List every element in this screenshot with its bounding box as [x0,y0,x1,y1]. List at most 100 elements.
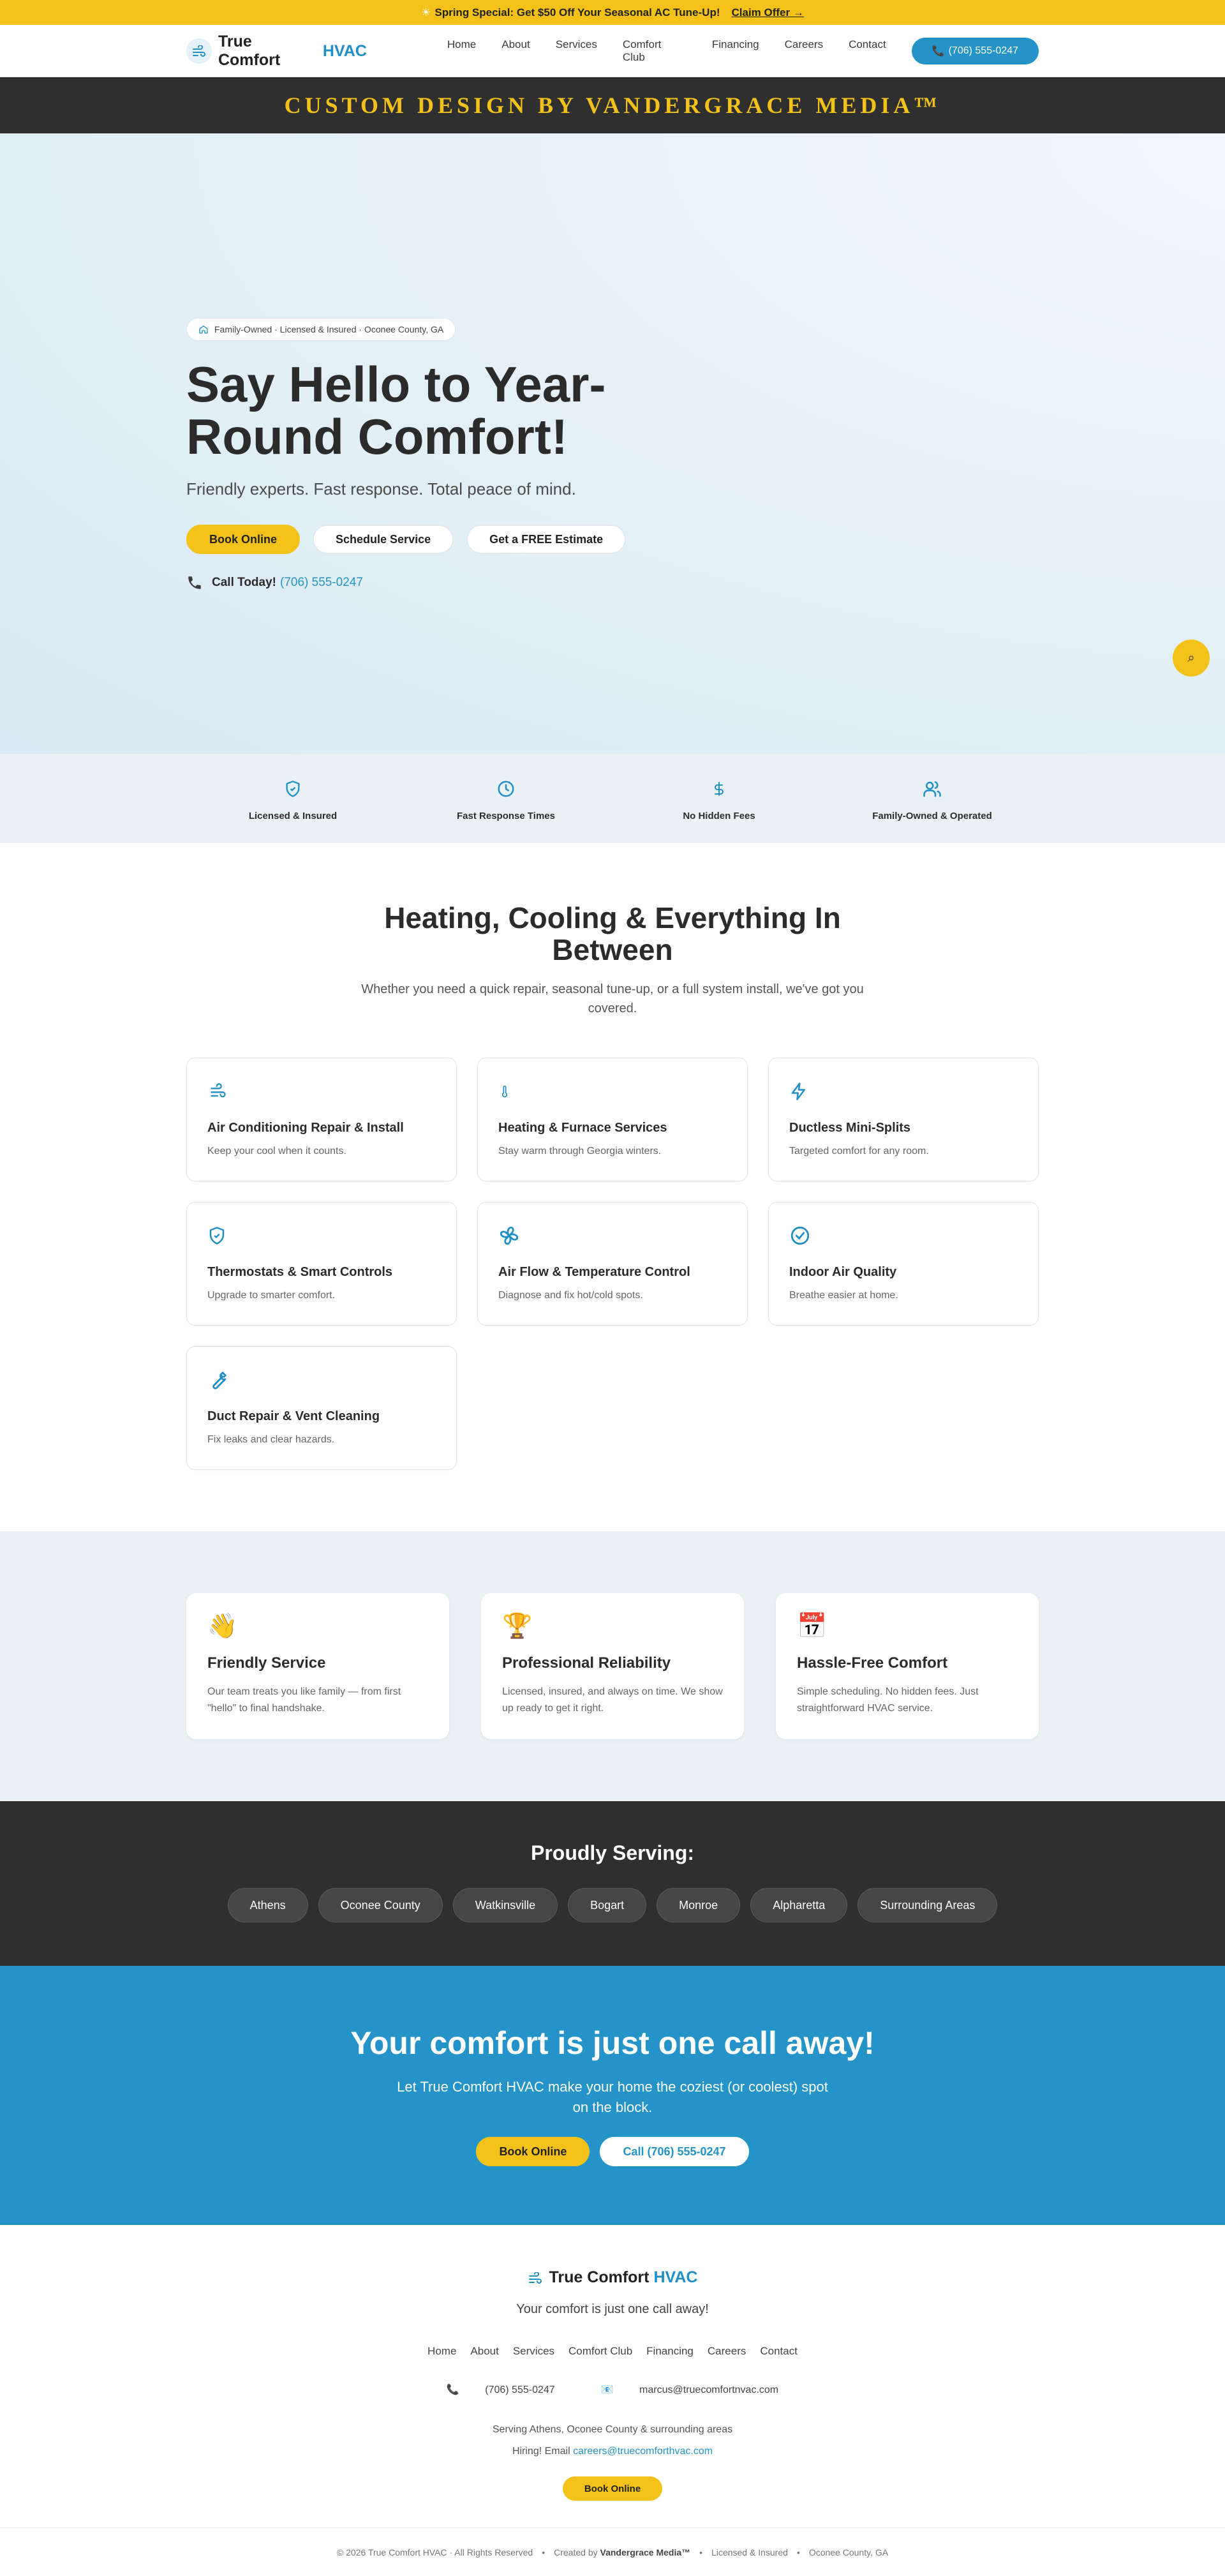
value-title: Friendly Service [207,1654,326,1672]
service-grid: Air Conditioning Repair & Install Keep y… [186,1058,1039,1470]
wrench-icon [207,1367,436,1393]
call-label: Call Today! [212,576,276,589]
service-card[interactable]: Heating & Furnace Services Stay warm thr… [477,1058,748,1181]
nav-services[interactable]: Services [556,38,597,64]
chat-button[interactable]: ⌕ [1173,640,1210,677]
created-by[interactable]: Vandergrace Media™ [600,2547,691,2557]
service-card[interactable]: Ductless Mini-Splits Targeted comfort fo… [768,1058,1039,1181]
footer-nav-careers[interactable]: Careers [708,2345,746,2358]
service-title: Ductless Mini-Splits [789,1121,911,1135]
location-text: Oconee County, GA [808,2547,889,2557]
licensed-text: Licensed & Insured [711,2547,788,2557]
feature-label: No Hidden Fees [683,810,755,821]
value-title: Professional Reliability [502,1654,671,1672]
service-desc: Stay warm through Georgia winters. [498,1146,662,1157]
footer-phone[interactable]: 📞 (706) 555-0247 [435,2383,567,2396]
hiring-email-link[interactable]: careers@truecomforthvac.com [573,2446,713,2457]
area-pill[interactable]: Alpharetta [750,1888,848,1922]
area-list: Athens Oconee County Watkinsville Bogart… [0,1888,1225,1922]
area-pill[interactable]: Watkinsville [452,1888,558,1922]
services-section: Heating, Cooling & Everything In Between… [0,843,1225,1531]
nav-home[interactable]: Home [447,38,476,64]
area-pill[interactable]: Monroe [657,1888,741,1922]
feature-item: Family-Owned & Operated [826,754,1039,843]
feature-item: Fast Response Times [399,754,612,843]
service-card[interactable]: Air Conditioning Repair & Install Keep y… [186,1058,457,1181]
footer-logo[interactable]: True Comfort HVAC [528,2268,698,2287]
footer-logo-main: True Comfort [549,2268,650,2286]
cta-section: Your comfort is just one call away! Let … [0,1966,1225,2225]
cta-buttons: Book Online Call (706) 555-0247 [0,2137,1225,2166]
promo-text: Spring Special: Get $50 Off Your Seasona… [434,6,720,19]
footer-nav-about[interactable]: About [470,2345,498,2358]
nav-comfort-club[interactable]: Comfort Club [623,38,687,64]
nav-contact[interactable]: Contact [849,38,886,64]
phone-icon: 📞 [446,2385,463,2395]
hero-subtitle: Friendly experts. Fast response. Total p… [186,479,576,498]
footer-email-address: marcus@truecomfortnvac.com [639,2385,779,2395]
claim-offer-link[interactable]: Claim Offer → [732,6,804,19]
phone-icon: 📞 [932,46,945,57]
footer-phone-number: (706) 555-0247 [485,2385,555,2395]
footer-email[interactable]: 📧 marcus@truecomfortnvac.com [590,2383,790,2396]
cta-text: Let True Comfort HVAC make your home the… [397,2079,828,2115]
service-card[interactable]: Indoor Air Quality Breathe easier at hom… [768,1202,1039,1326]
area-pill[interactable]: Surrounding Areas [858,1888,998,1922]
free-estimate-button[interactable]: Get a FREE Estimate [466,525,627,554]
footer-book-online-button[interactable]: Book Online [562,2476,663,2501]
cta-book-online-button[interactable]: Book Online [476,2137,590,2166]
serving-title: Proudly Serving: [530,1841,695,1864]
cta-call-button[interactable]: Call (706) 555-0247 [600,2137,749,2166]
hero-call: Call Today! (706) 555-0247 [186,574,1039,591]
service-desc: Diagnose and fix hot/cold spots. [498,1290,643,1301]
header-phone-button[interactable]: 📞 (706) 555-0247 [911,38,1039,64]
logo-accent-text: HVAC [322,41,367,60]
service-card[interactable]: Duct Repair & Vent Cleaning Fix leaks an… [186,1346,457,1470]
footer-bottom: © 2026 True Comfort HVAC · All Rights Re… [0,2527,1225,2576]
value-card: 👋 Friendly Service Our team treats you l… [186,1593,449,1739]
footer-nav-services[interactable]: Services [513,2345,554,2358]
area-pill[interactable]: Athens [227,1888,308,1922]
footer-nav-home[interactable]: Home [427,2345,456,2358]
email-icon: 📧 [600,2385,617,2395]
hero-badge: Family-Owned · Licensed & Insured · Ocon… [186,318,456,341]
service-title: Indoor Air Quality [789,1265,897,1279]
footer-tagline: Your comfort is just one call away! [516,2302,709,2316]
separator-dot: • [699,2547,703,2557]
footer-nav: Home About Services Comfort Club Financi… [0,2345,1225,2358]
nav-financing[interactable]: Financing [712,38,759,64]
service-card[interactable]: Thermostats & Smart Controls Upgrade to … [186,1202,457,1326]
header-phone-number: (706) 555-0247 [948,45,1019,56]
services-title: Heating, Cooling & Everything In Between [384,901,841,966]
call-number-link[interactable]: (706) 555-0247 [280,576,363,590]
service-title: Heating & Furnace Services [498,1121,667,1135]
site-footer: True Comfort HVAC Your comfort is just on… [0,2225,1225,2576]
shield-icon [284,776,302,802]
service-card[interactable]: Air Flow & Temperature Control Diagnose … [477,1202,748,1326]
feature-item: No Hidden Fees [612,754,826,843]
dollar-icon [711,776,727,802]
schedule-service-button[interactable]: Schedule Service [313,525,454,554]
footer-nav-financing[interactable]: Financing [646,2345,694,2358]
area-pill[interactable]: Bogart [568,1888,647,1922]
footer-nav-contact[interactable]: Contact [760,2345,798,2358]
designer-banner: CUSTOM DESIGN BY VANDERGRACE MEDIA™ [0,77,1225,133]
wind-logo-icon [186,38,212,64]
value-desc: Licensed, insured, and always on time. W… [502,1686,723,1714]
footer-nav-comfort-club[interactable]: Comfort Club [568,2345,632,2358]
book-online-button[interactable]: Book Online [186,525,301,554]
copyright: © 2026 True Comfort HVAC · All Rights Re… [336,2547,533,2557]
hero-badge-text: Family-Owned · Licensed & Insured · Ocon… [214,324,444,334]
cta-title: Your comfort is just one call away! [350,2025,875,2061]
service-desc: Keep your cool when it counts. [207,1146,346,1157]
nav-careers[interactable]: Careers [785,38,823,64]
feature-label: Family-Owned & Operated [872,810,992,821]
area-pill[interactable]: Oconee County [318,1888,443,1922]
clock-icon [496,776,516,802]
shield-check-icon [207,1223,436,1248]
nav-about[interactable]: About [501,38,530,64]
footer-logo-accent: HVAC [653,2268,698,2286]
service-desc: Targeted comfort for any room. [789,1146,929,1157]
footer-serving: Serving Athens, Oconee County & surround… [492,2424,733,2435]
logo[interactable]: True Comfort HVAC [186,33,367,70]
